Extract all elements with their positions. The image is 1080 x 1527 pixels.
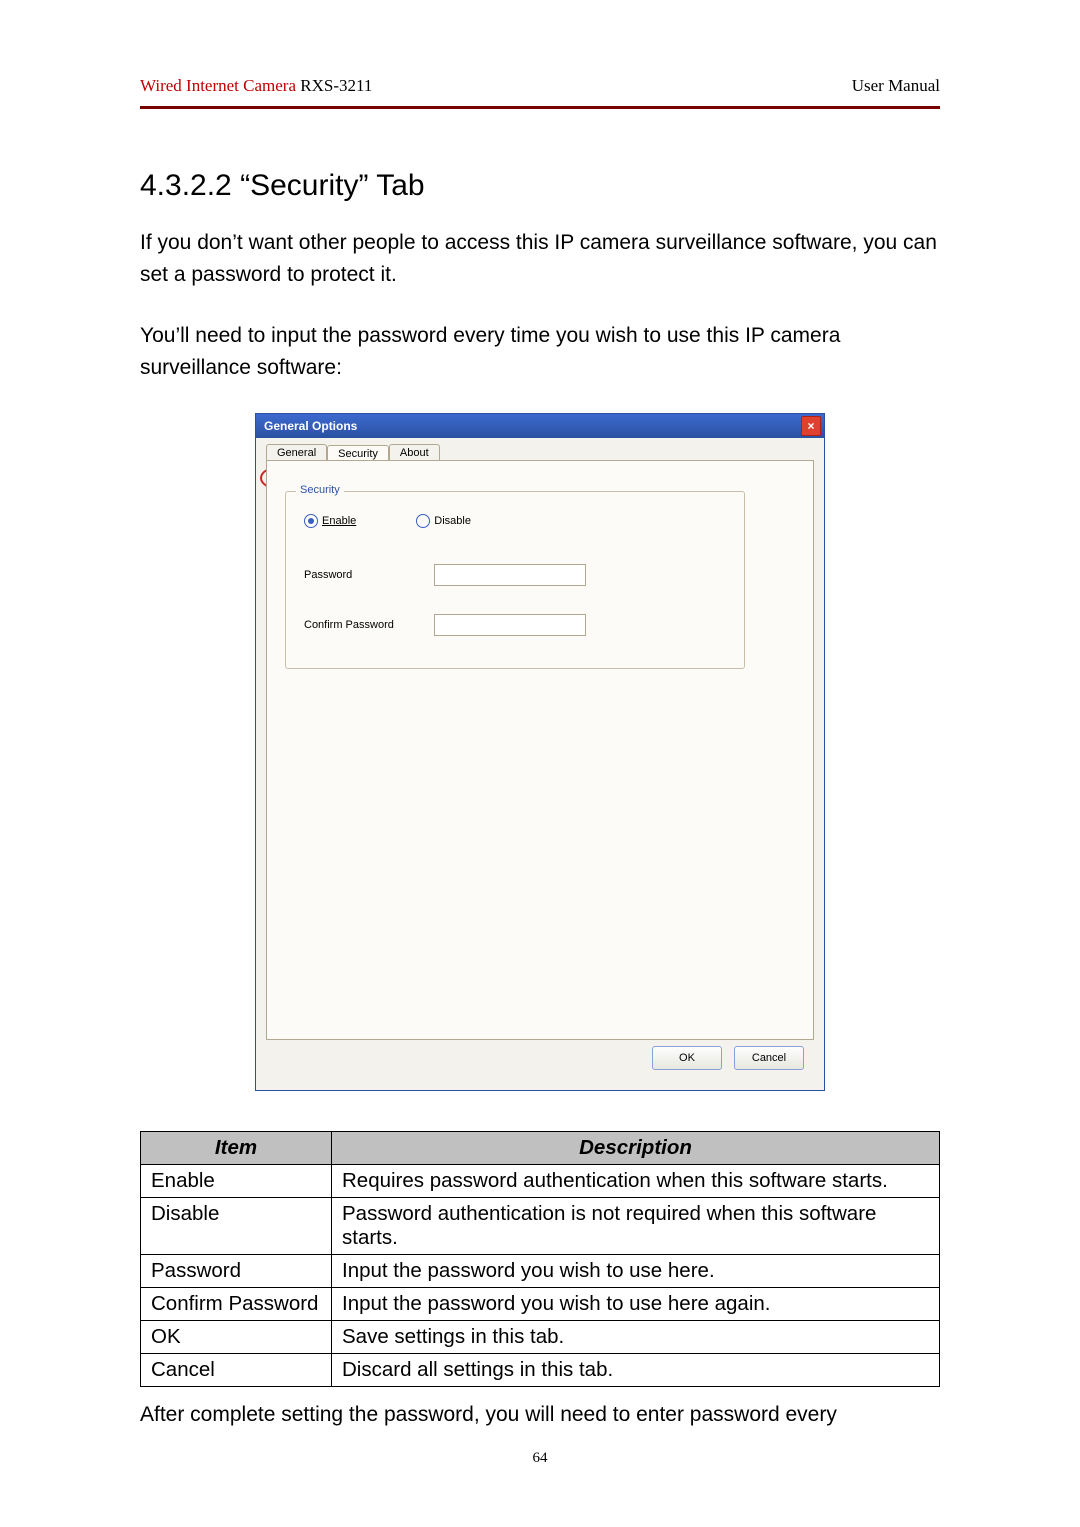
groupbox-title: Security	[296, 484, 344, 496]
cell-description: Password authentication is not required …	[332, 1198, 940, 1255]
ok-button[interactable]: OK	[652, 1046, 722, 1070]
cell-item: Enable	[141, 1165, 332, 1198]
dialog-screenshot: General Options × General Security About…	[140, 413, 940, 1091]
dialog-title: General Options	[264, 419, 357, 433]
security-groupbox: Security Enable Disable	[285, 491, 745, 669]
after-table-paragraph: After complete setting the password, you…	[140, 1399, 940, 1431]
product-name: Wired Internet Camera	[140, 76, 296, 95]
intro-paragraph-2: You’ll need to input the password every …	[140, 320, 940, 383]
cell-item: Password	[141, 1255, 332, 1288]
table-row: PasswordInput the password you wish to u…	[141, 1255, 940, 1288]
col-description: Description	[332, 1132, 940, 1165]
section-title: 4.3.2.2 “Security” Tab	[140, 169, 940, 203]
password-field[interactable]	[434, 564, 586, 586]
password-label: Password	[304, 569, 434, 581]
radio-disable[interactable]: Disable	[416, 514, 471, 528]
cell-item: OK	[141, 1321, 332, 1354]
page-number: 64	[0, 1450, 1080, 1467]
doc-type: User Manual	[852, 76, 940, 96]
product-model: RXS-3211	[296, 76, 372, 95]
radio-enable[interactable]: Enable	[304, 514, 356, 528]
radio-disable-label: Disable	[434, 515, 471, 527]
tab-about[interactable]: About	[389, 444, 440, 461]
dialog-titlebar: General Options ×	[256, 414, 824, 438]
radio-dot-icon	[416, 514, 430, 528]
cell-description: Discard all settings in this tab.	[332, 1354, 940, 1387]
description-table: Item Description EnableRequires password…	[140, 1131, 940, 1387]
tab-bar: General Security About	[266, 444, 814, 461]
confirm-password-field[interactable]	[434, 614, 586, 636]
cell-item: Confirm Password	[141, 1288, 332, 1321]
tab-panel-security: Security Enable Disable	[266, 460, 814, 1040]
radio-dot-icon	[304, 514, 318, 528]
cell-description: Requires password authentication when th…	[332, 1165, 940, 1198]
cell-item: Cancel	[141, 1354, 332, 1387]
intro-paragraph-1: If you don’t want other people to access…	[140, 227, 940, 290]
table-row: DisablePassword authentication is not re…	[141, 1198, 940, 1255]
col-item: Item	[141, 1132, 332, 1165]
tab-general[interactable]: General	[266, 444, 327, 461]
close-icon[interactable]: ×	[801, 416, 821, 436]
table-row: EnableRequires password authentication w…	[141, 1165, 940, 1198]
header-rule	[140, 106, 940, 109]
cell-description: Save settings in this tab.	[332, 1321, 940, 1354]
confirm-password-label: Confirm Password	[304, 619, 434, 631]
table-row: CancelDiscard all settings in this tab.	[141, 1354, 940, 1387]
table-row: OKSave settings in this tab.	[141, 1321, 940, 1354]
doc-header: Wired Internet Camera RXS-3211 User Manu…	[140, 76, 940, 98]
table-row: Confirm PasswordInput the password you w…	[141, 1288, 940, 1321]
cell-item: Disable	[141, 1198, 332, 1255]
cancel-button[interactable]: Cancel	[734, 1046, 804, 1070]
cell-description: Input the password you wish to use here.	[332, 1255, 940, 1288]
cell-description: Input the password you wish to use here …	[332, 1288, 940, 1321]
radio-enable-label: Enable	[322, 515, 356, 527]
